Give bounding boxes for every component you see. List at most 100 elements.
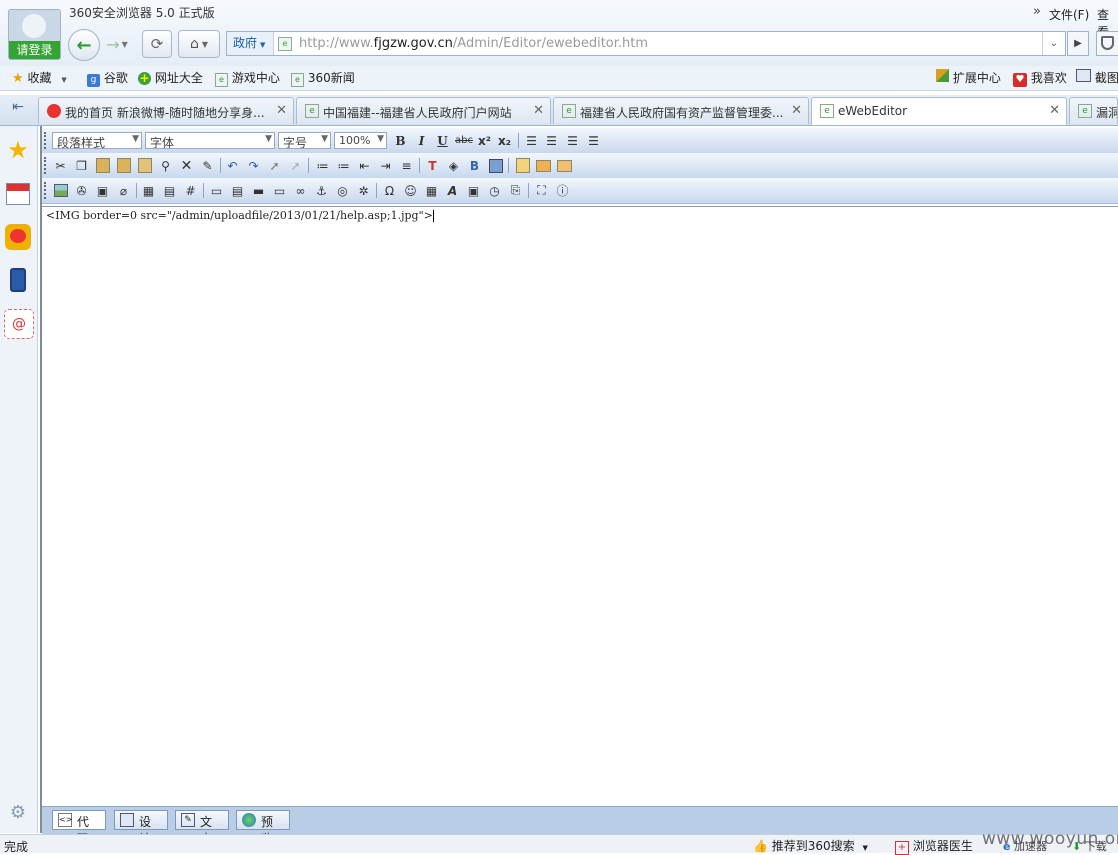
align-right-button[interactable]: ☰ bbox=[564, 132, 581, 149]
zoom-select[interactable]: 100% ▼ bbox=[334, 132, 387, 149]
screenshot-button[interactable]: 截图 bbox=[1076, 69, 1118, 86]
send-backward-button[interactable] bbox=[556, 157, 573, 174]
insert-media-button[interactable]: ▣ bbox=[94, 182, 111, 199]
art-text-button[interactable]: A bbox=[444, 182, 461, 199]
url-text[interactable]: http://www.fjgzw.gov.cn/Admin/Editor/ewe… bbox=[299, 36, 648, 51]
home-button[interactable]: ⌂ ▼ bbox=[178, 30, 220, 58]
mode-text-tab[interactable]: ✎ 文本 bbox=[175, 810, 229, 846]
refresh-button[interactable]: ⟳ bbox=[142, 30, 172, 58]
recommend-360-search[interactable]: 👍 推荐到360搜索 ▼ bbox=[753, 837, 868, 854]
forward-button[interactable]: → ▼ bbox=[101, 33, 133, 55]
layer-button[interactable] bbox=[514, 157, 531, 174]
mode-code-tab[interactable]: <> 代码 bbox=[52, 810, 106, 846]
insert-table-button[interactable]: ▦ bbox=[140, 182, 157, 199]
paste-text-button[interactable] bbox=[115, 157, 132, 174]
font-family-select[interactable]: 字体 ▼ bbox=[145, 132, 275, 149]
bookmark-site-directory[interactable]: + 网址大全 bbox=[138, 69, 203, 86]
select-button[interactable]: ➚ bbox=[266, 157, 283, 174]
tab-weibo[interactable]: 我的首页 新浪微博-随时随地分享身... ✕ bbox=[38, 97, 294, 124]
login-label[interactable]: 请登录 bbox=[9, 41, 60, 59]
menu-more[interactable]: » bbox=[1033, 4, 1041, 19]
underline-button[interactable]: U bbox=[434, 132, 451, 149]
insert-map-button[interactable]: ◎ bbox=[334, 182, 351, 199]
tab-fujian-gov[interactable]: e 中国福建--福建省人民政府门户网站 ✕ bbox=[296, 97, 551, 124]
close-icon[interactable]: ✕ bbox=[791, 103, 802, 118]
page-break-button[interactable]: ⎘ bbox=[507, 182, 524, 199]
italic-button[interactable]: I bbox=[413, 132, 430, 149]
tab-vulnerability[interactable]: e 漏洞 bbox=[1069, 97, 1118, 124]
font-size-select[interactable]: 字号 ▼ bbox=[278, 132, 331, 149]
align-center-button[interactable]: ☰ bbox=[543, 132, 560, 149]
remove-link-button[interactable]: ✲ bbox=[355, 182, 372, 199]
login-avatar[interactable]: 请登录 bbox=[8, 9, 61, 60]
editor-code-area[interactable]: <IMG border=0 src="/admin/uploadfile/201… bbox=[42, 206, 1118, 804]
bookmark-360news[interactable]: e 360新闻 bbox=[291, 69, 355, 87]
paste-word-button[interactable] bbox=[136, 157, 153, 174]
fullscreen-button[interactable]: ⛶ bbox=[533, 182, 550, 199]
close-icon[interactable]: ✕ bbox=[533, 103, 544, 118]
undo-button[interactable]: ↶ bbox=[224, 157, 241, 174]
show-borders-button[interactable]: # bbox=[182, 182, 199, 199]
bookmark-favorites[interactable]: ★ 收藏 ▼ bbox=[12, 69, 67, 86]
mode-design-tab[interactable]: 设计 bbox=[114, 810, 168, 846]
insert-marquee-button[interactable]: ▭ bbox=[271, 182, 288, 199]
favorites-sidebar-button[interactable]: ★ bbox=[4, 136, 32, 164]
absolute-position-button[interactable]: ➚ bbox=[287, 157, 304, 174]
special-char-button[interactable]: Ω bbox=[381, 182, 398, 199]
emoticon-button[interactable]: ☺ bbox=[402, 182, 419, 199]
tab-sasac[interactable]: e 福建省人民政府国有资产监督管理委... ✕ bbox=[553, 97, 809, 124]
close-icon[interactable]: ✕ bbox=[1049, 103, 1060, 118]
bg-image-button[interactable] bbox=[487, 157, 504, 174]
url-dropdown-button[interactable]: ⌄ bbox=[1042, 32, 1065, 55]
settings-sidebar-button[interactable]: ⚙ bbox=[4, 798, 32, 826]
superscript-button[interactable]: x² bbox=[476, 132, 493, 149]
address-bar[interactable]: 政府 ▼ e http://www.fjgzw.gov.cn/Admin/Edit… bbox=[226, 31, 1066, 56]
insert-excel-button[interactable]: ▦ bbox=[423, 182, 440, 199]
weibo-sidebar-button[interactable] bbox=[4, 223, 32, 251]
outdent-button[interactable]: ⇤ bbox=[356, 157, 373, 174]
insert-image-button[interactable] bbox=[52, 182, 69, 199]
news-sidebar-button[interactable] bbox=[4, 180, 32, 208]
subscript-button[interactable]: x₂ bbox=[496, 132, 513, 149]
bring-forward-button[interactable] bbox=[535, 157, 552, 174]
font-color-button[interactable]: T bbox=[424, 157, 441, 174]
insert-flash-button[interactable]: ✇ bbox=[73, 182, 90, 199]
copy-button[interactable]: ❐ bbox=[73, 157, 90, 174]
extension-center-button[interactable]: 扩展中心 bbox=[936, 69, 1001, 86]
about-button[interactable]: ⓘ bbox=[554, 182, 571, 199]
security-shield-button[interactable] bbox=[1096, 31, 1118, 56]
ordered-list-button[interactable]: ≔ bbox=[314, 157, 331, 174]
menu-file[interactable]: 文件(F) bbox=[1049, 6, 1089, 23]
highlight-button[interactable]: B bbox=[466, 157, 483, 174]
bookmark-game-center[interactable]: e 游戏中心 bbox=[215, 69, 280, 87]
insert-anchor-button[interactable]: ⚓ bbox=[313, 182, 330, 199]
insert-form-button[interactable]: ▭ bbox=[208, 182, 225, 199]
table-properties-button[interactable]: ▤ bbox=[161, 182, 178, 199]
mode-preview-tab[interactable]: 预览 bbox=[236, 810, 290, 846]
tab-ewebeditor[interactable]: e eWebEditor ✕ bbox=[811, 97, 1067, 125]
indent-button[interactable]: ⇥ bbox=[377, 157, 394, 174]
background-color-button[interactable]: ◈ bbox=[445, 157, 462, 174]
mobile-sidebar-button[interactable] bbox=[4, 266, 32, 294]
sidebar-toggle-button[interactable]: ⇤ bbox=[6, 99, 30, 119]
clear-format-button[interactable]: ✎ bbox=[199, 157, 216, 174]
go-button[interactable]: ▶ bbox=[1067, 31, 1089, 56]
redo-button[interactable]: ↷ bbox=[245, 157, 262, 174]
favorites-like-button[interactable]: ♥ 我喜欢 bbox=[1013, 69, 1067, 87]
bookmark-google[interactable]: g 谷歌 bbox=[87, 69, 128, 87]
address-mode-dropdown[interactable]: 政府 ▼ bbox=[227, 32, 274, 55]
align-left-button[interactable]: ☰ bbox=[523, 132, 540, 149]
close-icon[interactable]: ✕ bbox=[276, 103, 287, 118]
editor-code-text[interactable]: <IMG border=0 src="/admin/uploadfile/201… bbox=[46, 209, 433, 222]
align-justify-button[interactable]: ☰ bbox=[585, 132, 602, 149]
delete-button[interactable]: ✕ bbox=[178, 157, 195, 174]
browser-doctor-button[interactable]: + 浏览器医生 bbox=[895, 837, 973, 855]
paste-button[interactable] bbox=[94, 157, 111, 174]
find-button[interactable]: ⚲ bbox=[157, 157, 174, 174]
strikethrough-button[interactable]: abc bbox=[453, 132, 475, 149]
unordered-list-button[interactable]: ≔ bbox=[335, 157, 352, 174]
back-button[interactable]: ← bbox=[68, 29, 100, 61]
insert-link-button[interactable]: ∞ bbox=[292, 182, 309, 199]
insert-hr-button[interactable]: ▬ bbox=[250, 182, 267, 199]
insert-attachment-button[interactable]: ⌀ bbox=[115, 182, 132, 199]
